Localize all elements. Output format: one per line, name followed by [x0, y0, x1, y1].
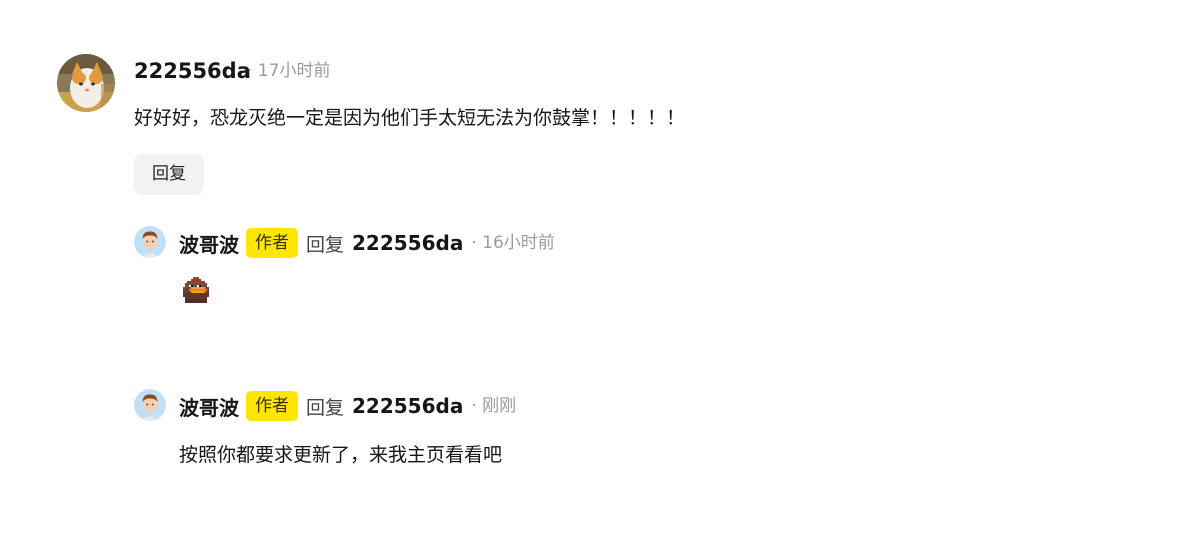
reply-username[interactable]: 波哥波	[179, 229, 239, 258]
author-badge: 作者	[246, 228, 298, 258]
comment-username[interactable]: 222556da	[134, 58, 251, 84]
comment-timestamp: · 17小时前	[247, 61, 331, 81]
reply-text: 按照你都要求更新了，来我主页看看吧	[179, 444, 503, 466]
reply-username[interactable]: 波哥波	[179, 392, 239, 421]
reply-verb: 回复	[306, 233, 345, 256]
cartoon-boy-avatar[interactable]	[134, 389, 166, 421]
cat-photo-avatar[interactable]	[57, 54, 115, 112]
author-badge: 作者	[246, 391, 298, 421]
reply-target-username[interactable]: 222556da	[352, 231, 463, 255]
comment-text: 好好好，恐龙灭绝一定是因为他们手太短无法为你鼓掌！！！！！	[134, 107, 686, 129]
reply-header: 波哥波 作者 回复 222556da · 刚刚	[179, 391, 516, 421]
reply-verb: 回复	[306, 396, 345, 419]
reply-timestamp: · 16小时前	[471, 233, 555, 253]
reply-button[interactable]: 回复	[134, 154, 204, 195]
reply-header: 波哥波 作者 回复 222556da · 16小时前	[179, 228, 555, 258]
pixel-bird-sticker	[179, 275, 213, 309]
reply-target-username[interactable]: 222556da	[352, 394, 463, 418]
reply-timestamp: · 刚刚	[471, 396, 517, 416]
cartoon-boy-avatar[interactable]	[134, 226, 166, 258]
